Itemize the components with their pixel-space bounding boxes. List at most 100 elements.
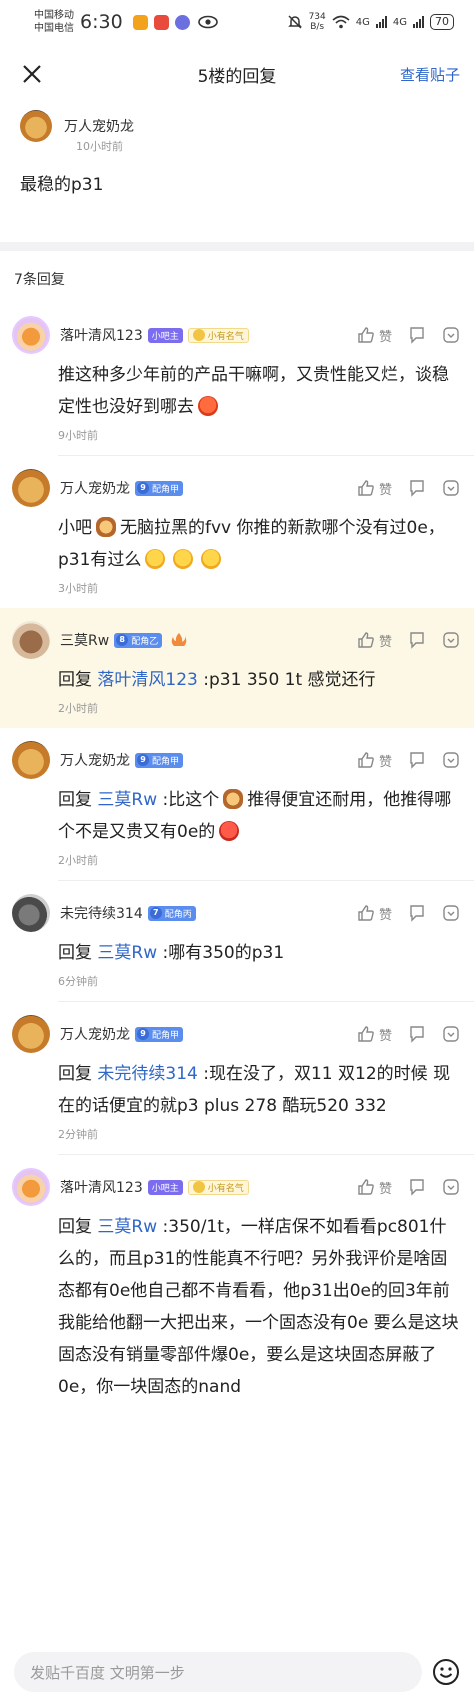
post-author-name[interactable]: 万人宠奶龙 [64, 116, 134, 136]
like-button[interactable]: 赞 [357, 1178, 392, 1197]
more-button[interactable] [442, 479, 460, 497]
reply-target-link[interactable]: 三莫Rw [97, 943, 157, 963]
reply-target-link[interactable]: 未完待续314 [97, 1064, 197, 1084]
star-icon [192, 329, 205, 341]
like-button[interactable]: 赞 [357, 631, 392, 650]
comment-button[interactable] [408, 751, 426, 769]
reply-content: 推这种多少年前的产品干嘛啊，又贵性能又烂，谈稳定性也没好到哪去 [58, 365, 449, 417]
fame-badge: 小有名气 [187, 327, 249, 343]
thumbs-up-icon [358, 1179, 374, 1195]
reply-item: 万人宠奶龙 9 配角甲 赞 回复 三莫Rw :比这个 推得便宜还耐用，他推得哪个不是… [0, 728, 474, 880]
reply-item: 落叶清风123 小吧主 小有名气 赞 推这种多少年前的产品干嘛啊，又贵性能又烂，… [0, 303, 474, 455]
fame-badge: 小有名气 [187, 1179, 249, 1195]
view-post-button[interactable]: 查看贴子 [400, 64, 460, 85]
reply-time: 2小时前 [58, 702, 98, 715]
reply-item: 未完待续314 7 配角丙 赞 回复 三莫Rw :哪有350的p31 6分钟前 [0, 881, 474, 1001]
thumbs-up-icon [358, 480, 374, 496]
avatar[interactable] [12, 1168, 50, 1206]
comment-button[interactable] [408, 479, 426, 497]
level-badge: 7 配角丙 [147, 905, 196, 921]
more-button[interactable] [442, 1025, 460, 1043]
reply-time: 3小时前 [58, 582, 98, 595]
reply-time: 2小时前 [58, 854, 98, 867]
like-button[interactable]: 赞 [357, 904, 392, 923]
more-icon [443, 905, 459, 921]
emoji-icon[interactable] [432, 1658, 460, 1686]
network-speed: 734 B/s [308, 12, 326, 32]
avatar[interactable] [12, 894, 50, 932]
angry-emoji-icon [198, 396, 218, 416]
reply-target-link[interactable]: 三莫Rw [97, 1217, 157, 1237]
reply-content: 回复 三莫Rw :哪有350的p31 [58, 943, 285, 963]
reply-username[interactable]: 万人宠奶龙 [60, 1024, 130, 1044]
reply-item: 落叶清风123 小吧主 小有名气 赞 回复 三莫Rw :350/1t，一样店保不… [0, 1155, 474, 1415]
comment-icon [410, 752, 424, 769]
more-icon [443, 480, 459, 496]
star-icon [192, 1181, 205, 1193]
reply-username[interactable]: 三莫Rw [60, 630, 109, 650]
thumbs-up-icon [358, 327, 374, 343]
wifi-icon [332, 15, 350, 29]
level-badge: 8 配角乙 [114, 632, 163, 648]
avatar[interactable] [20, 110, 52, 142]
thumbs-up-icon [358, 752, 374, 768]
reply-item-highlighted: 三莫Rw 8 配角乙 赞 回复 落叶清风123 :p31 350 1t 感觉还行 … [0, 608, 474, 728]
app-notification-icon [174, 14, 190, 30]
comment-button[interactable] [408, 326, 426, 344]
comment-icon [410, 327, 424, 344]
reply-content: 小吧 无脑拉黑的fvv 你推的新款哪个没有过0e，p31有过么 [58, 517, 445, 570]
original-floor: 万人宠奶龙 10小时前 最稳的p31 [0, 104, 474, 242]
post-time: 10小时前 [76, 140, 123, 153]
more-button[interactable] [442, 326, 460, 344]
reply-target-link[interactable]: 落叶清风123 [97, 670, 197, 690]
status-icons: 734 B/s 4G 4G 70 [287, 12, 454, 32]
reply-username[interactable]: 万人宠奶龙 [60, 750, 130, 770]
like-button[interactable]: 赞 [357, 326, 392, 345]
dog-emoji-icon [223, 789, 244, 809]
reply-username[interactable]: 未完待续314 [60, 903, 143, 923]
reply-target-link[interactable]: 三莫Rw [97, 790, 157, 810]
comment-icon [410, 905, 424, 922]
comment-button[interactable] [408, 631, 426, 649]
more-button[interactable] [442, 1178, 460, 1196]
grimace-emoji-icon [219, 821, 240, 841]
avatar[interactable] [12, 621, 50, 659]
comment-icon [410, 1026, 424, 1043]
more-button[interactable] [442, 751, 460, 769]
reply-content: 回复 三莫Rw :350/1t，一样店保不如看看pc801什么的，而且p31的性… [58, 1217, 459, 1397]
like-button[interactable]: 赞 [357, 479, 392, 498]
reply-count: 7条回复 [14, 272, 65, 288]
reply-time: 6分钟前 [58, 975, 98, 988]
navigation-bar: 5楼的回复 查看贴子 [0, 44, 474, 104]
more-button[interactable] [442, 904, 460, 922]
carrier-2: 中国电信 [34, 23, 74, 34]
like-button[interactable]: 赞 [357, 1025, 392, 1044]
comment-button[interactable] [408, 1178, 426, 1196]
reply-username[interactable]: 落叶清风123 [60, 1177, 143, 1197]
comment-button[interactable] [408, 904, 426, 922]
thumbs-up-icon [358, 632, 374, 648]
app-notification-icon [132, 14, 148, 30]
avatar[interactable] [12, 1015, 50, 1053]
reply-username[interactable]: 万人宠奶龙 [60, 478, 130, 498]
reply-composer: 发贴千百度 文明第一步 [0, 1641, 474, 1703]
reply-time: 2分钟前 [58, 1128, 98, 1141]
avatar[interactable] [12, 316, 50, 354]
carrier-info: 中国移动 中国电信 [34, 9, 74, 35]
reply-item: 万人宠奶龙 9 配角甲 赞 回复 未完待续314 :现在没了，双11 双12的时候… [0, 1002, 474, 1154]
avatar[interactable] [12, 741, 50, 779]
mute-bell-icon [287, 15, 302, 29]
reply-content: 回复 三莫Rw :比这个 推得便宜还耐用，他推得哪个不是又贵又有0e的 [58, 789, 452, 842]
host-badge: 小吧主 [147, 1179, 183, 1195]
reply-input[interactable]: 发贴千百度 文明第一步 [14, 1652, 422, 1692]
close-icon[interactable] [20, 62, 44, 86]
app-notification-icon [153, 14, 169, 30]
comment-button[interactable] [408, 1025, 426, 1043]
like-button[interactable]: 赞 [357, 751, 392, 770]
reply-content: 回复 落叶清风123 :p31 350 1t 感觉还行 [58, 670, 376, 690]
more-button[interactable] [442, 631, 460, 649]
avatar[interactable] [12, 469, 50, 507]
reply-username[interactable]: 落叶清风123 [60, 325, 143, 345]
thumbs-up-icon [358, 1026, 374, 1042]
laugh-emoji-icon [173, 549, 194, 569]
